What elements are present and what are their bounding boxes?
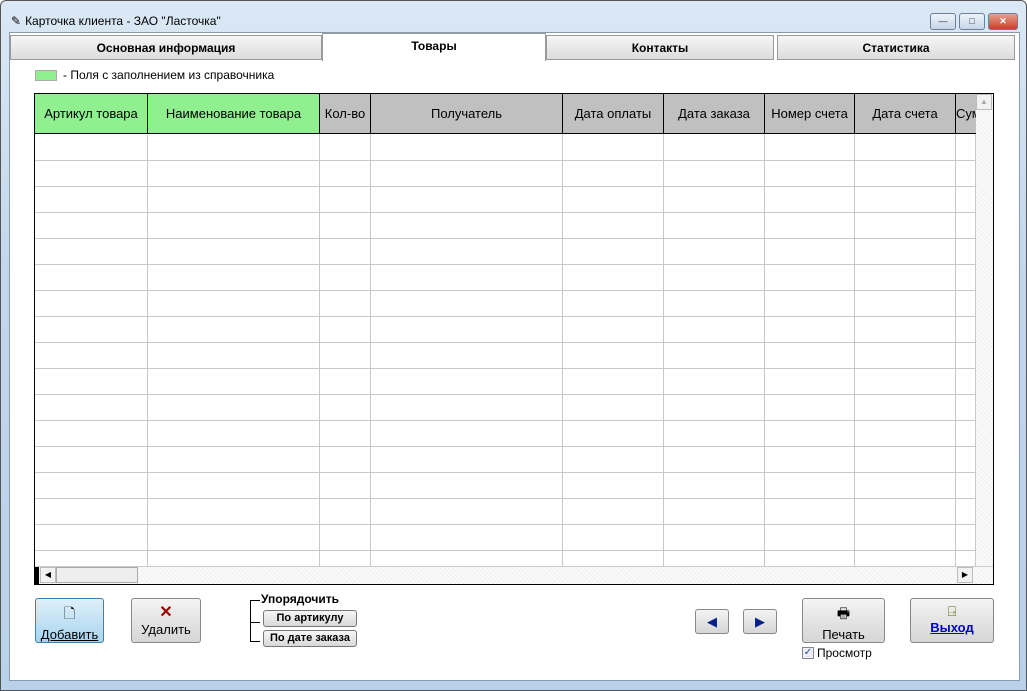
vertical-scrollbar[interactable]: ▲	[975, 94, 993, 566]
table-row[interactable]	[35, 420, 975, 421]
table-row[interactable]	[35, 550, 975, 551]
grid-column	[371, 134, 563, 566]
scroll-up-button[interactable]: ▲	[976, 94, 992, 110]
sort-bracket-mid	[250, 622, 260, 623]
arrow-left-icon: ◀	[707, 614, 717, 629]
new-document-icon: 🗋	[63, 605, 76, 621]
title-bar: ✎ Карточка клиента - ЗАО "Ласточка"	[11, 14, 221, 28]
window-title: Карточка клиента - ЗАО "Ласточка"	[25, 14, 221, 28]
table-row[interactable]	[35, 186, 975, 187]
table-row[interactable]	[35, 446, 975, 447]
table-row[interactable]	[35, 238, 975, 239]
previous-button[interactable]: ◀	[695, 609, 729, 634]
tab-main-info[interactable]: Основная информация	[10, 35, 322, 60]
client-area: Основная информация Товары Контакты Стат…	[9, 32, 1020, 681]
legend-swatch	[35, 69, 57, 81]
table-row[interactable]	[35, 160, 975, 161]
column-header[interactable]: Кол-во	[320, 94, 371, 134]
column-header[interactable]: Номер счета	[765, 94, 855, 134]
column-header[interactable]: Наименование товара	[148, 94, 320, 134]
delete-label: Удалить	[141, 622, 191, 637]
grid-column	[563, 134, 664, 566]
table-row[interactable]	[35, 290, 975, 291]
minimize-button[interactable]: —	[930, 13, 956, 30]
table-row[interactable]	[35, 524, 975, 525]
horizontal-scrollbar[interactable]: ◀ ▶	[35, 566, 993, 584]
delete-button[interactable]: ✕ Удалить	[131, 598, 201, 643]
column-header[interactable]: Сумма	[956, 94, 976, 134]
exit-label: Выход	[930, 620, 974, 635]
add-button[interactable]: 🗋 Добавить	[35, 598, 104, 643]
sort-bracket	[250, 600, 260, 642]
scroll-position-marker	[35, 567, 39, 584]
column-header[interactable]: Артикул товара	[35, 94, 148, 134]
legend: - Поля с заполнением из справочника	[35, 68, 274, 82]
sort-by-article-button[interactable]: По артикулу	[263, 610, 357, 627]
add-label: Добавить	[40, 627, 99, 642]
horizontal-scroll-thumb[interactable]	[56, 567, 138, 583]
grid-column	[855, 134, 956, 566]
grid-column	[664, 134, 765, 566]
grid-column	[35, 134, 148, 566]
sort-by-order-date-button[interactable]: По дате заказа	[263, 630, 357, 647]
grid-column	[148, 134, 320, 566]
tab-goods[interactable]: Товары	[322, 33, 546, 61]
tab-contacts[interactable]: Контакты	[546, 35, 774, 60]
table-row[interactable]	[35, 342, 975, 343]
exit-door-icon: ⍈	[947, 603, 957, 619]
preview-label: Просмотр	[817, 646, 872, 660]
next-button[interactable]: ▶	[743, 609, 777, 634]
grid-column	[320, 134, 371, 566]
table-row[interactable]	[35, 316, 975, 317]
scroll-left-button[interactable]: ◀	[40, 567, 56, 583]
app-icon: ✎	[11, 14, 22, 28]
preview-checkbox[interactable]: ✓ Просмотр	[802, 646, 872, 660]
scroll-right-button[interactable]: ▶	[957, 567, 973, 583]
close-button[interactable]: ✕	[988, 13, 1018, 30]
grid-column	[956, 134, 976, 566]
column-header[interactable]: Дата заказа	[664, 94, 765, 134]
table-row[interactable]	[35, 472, 975, 473]
print-button[interactable]: 🖶 Печать	[802, 598, 885, 643]
column-header[interactable]: Получатель	[371, 94, 563, 134]
legend-text: - Поля с заполнением из справочника	[63, 68, 275, 82]
table-row[interactable]	[35, 212, 975, 213]
arrow-right-icon: ▶	[755, 614, 765, 629]
table-row[interactable]	[35, 394, 975, 395]
checkbox-checked-icon[interactable]: ✓	[802, 647, 814, 659]
goods-grid[interactable]: ▲ ◀ ▶ Артикул товара Наименование товара К…	[34, 93, 994, 585]
maximize-button[interactable]: □	[959, 13, 985, 30]
grid-column	[765, 134, 855, 566]
column-header[interactable]: Дата счета	[855, 94, 956, 134]
tab-statistics[interactable]: Статистика	[777, 35, 1015, 60]
window: ✎ Карточка клиента - ЗАО "Ласточка" — □ ✕…	[0, 0, 1027, 691]
sort-label: Упорядочить	[261, 592, 340, 606]
column-header[interactable]: Дата оплаты	[563, 94, 664, 134]
print-label: Печать	[822, 627, 865, 642]
table-row[interactable]	[35, 498, 975, 499]
printer-icon: 🖶	[836, 605, 851, 621]
table-row[interactable]	[35, 368, 975, 369]
delete-x-icon: ✕	[159, 604, 173, 621]
exit-button[interactable]: ⍈ Выход	[910, 598, 994, 643]
table-row[interactable]	[35, 264, 975, 265]
